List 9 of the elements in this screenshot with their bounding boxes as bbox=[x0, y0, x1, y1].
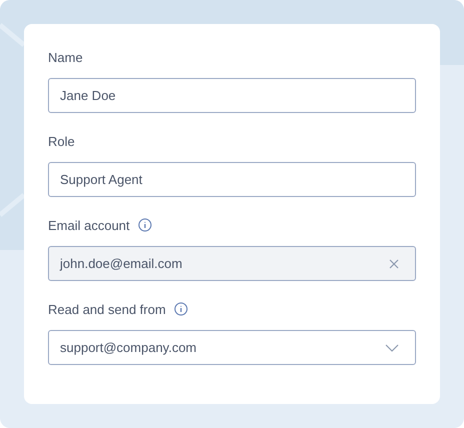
field-label: Read and send from bbox=[48, 302, 166, 316]
field-label: Role bbox=[48, 134, 75, 148]
chevron-down-icon bbox=[385, 344, 399, 352]
input-field[interactable]: Support Agent bbox=[48, 162, 416, 197]
info-icon[interactable] bbox=[174, 302, 188, 316]
input-field[interactable]: Jane Doe bbox=[48, 78, 416, 113]
field-label: Name bbox=[48, 50, 83, 64]
dropdown-field[interactable]: support@company.com bbox=[48, 330, 416, 365]
field-label: Email account bbox=[48, 218, 130, 232]
